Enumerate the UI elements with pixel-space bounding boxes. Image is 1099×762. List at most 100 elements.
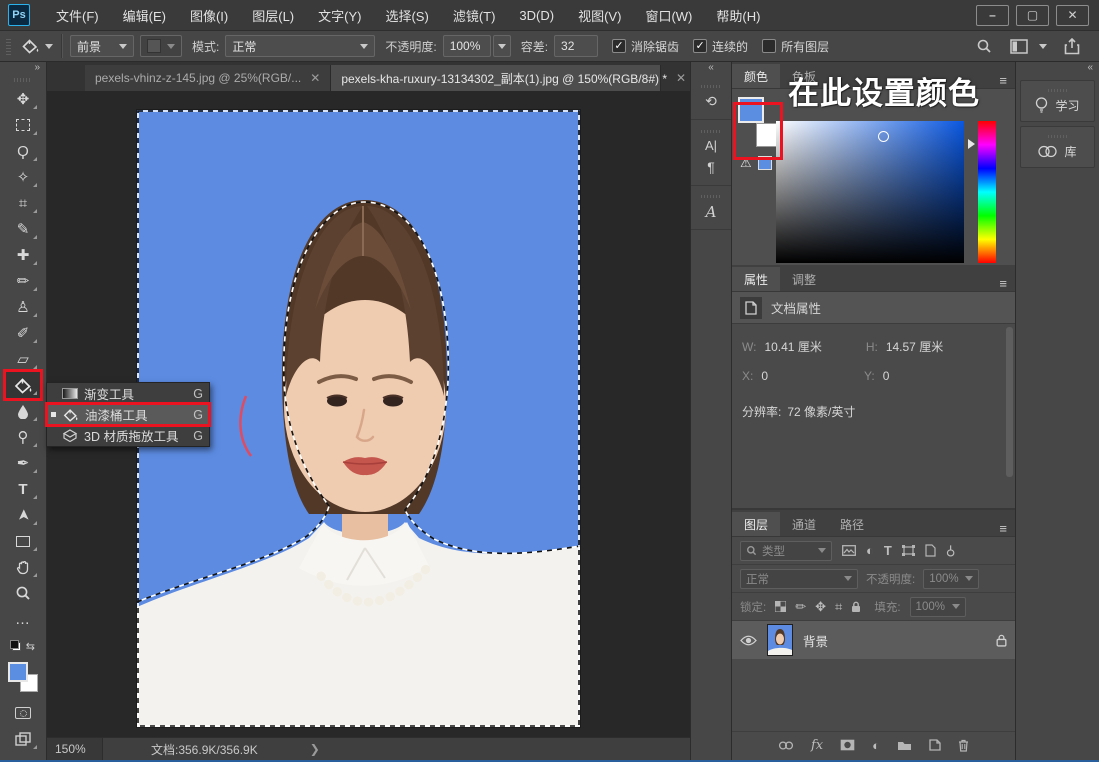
rectangle-tool[interactable] — [6, 528, 40, 554]
hue-slider[interactable] — [978, 121, 996, 263]
filter-shape-layers-icon[interactable] — [902, 545, 915, 556]
layer-row-background[interactable]: 背景 — [732, 621, 1015, 659]
glyphs-panel-icon-button[interactable]: A — [691, 186, 731, 230]
add-layer-mask-icon[interactable] — [840, 739, 855, 751]
tab-adjustments[interactable]: 调整 — [780, 267, 828, 291]
tab-paths[interactable]: 路径 — [828, 512, 876, 536]
delete-layer-trash-icon[interactable] — [958, 739, 969, 752]
character-panel-icon[interactable]: A| — [705, 138, 717, 153]
quick-mask-mode-button[interactable] — [6, 700, 40, 726]
new-group-folder-icon[interactable] — [897, 740, 912, 751]
flyout-item-gradient-tool[interactable]: 渐变工具 G — [47, 383, 209, 404]
close-icon[interactable]: ✕ — [310, 71, 320, 85]
fill-input[interactable]: 100% — [910, 597, 966, 617]
minimize-button[interactable]: – — [976, 5, 1009, 26]
flyout-item-3d-material-drop-tool[interactable]: 3D 材质拖放工具 G — [47, 425, 209, 446]
zoom-tool[interactable] — [6, 580, 40, 606]
antialias-checkbox[interactable]: ✓ 消除锯齿 — [612, 38, 679, 55]
lock-position-icon[interactable]: ✥ — [815, 599, 826, 615]
menu-view[interactable]: 视图(V) — [566, 0, 633, 30]
spot-healing-brush-tool[interactable]: ✚ — [6, 242, 40, 268]
collapse-chevron-icon[interactable]: « — [1016, 62, 1099, 76]
lock-all-icon[interactable] — [851, 601, 861, 613]
menu-image[interactable]: 图像(I) — [178, 0, 240, 30]
lock-artboard-icon[interactable]: ⌗ — [835, 599, 842, 615]
document-tab-active[interactable]: pexels-kha-ruxury-13134302_副本(1).jpg @ 1… — [331, 65, 661, 91]
layer-opacity-input[interactable]: 100% — [923, 569, 979, 589]
eyedropper-tool[interactable]: ✎ — [6, 216, 40, 242]
tab-properties[interactable]: 属性 — [732, 267, 780, 291]
scrollbar-thumb[interactable] — [1006, 327, 1013, 477]
menu-layer[interactable]: 图层(L) — [240, 0, 306, 30]
opacity-input[interactable]: 100% — [443, 35, 491, 57]
lasso-tool[interactable]: Ϙ — [6, 138, 40, 164]
type-tool[interactable]: T — [6, 476, 40, 502]
filter-adjustment-layers-icon[interactable]: ◐ — [866, 543, 874, 558]
paint-bucket-tool[interactable] — [6, 372, 40, 398]
pen-tool[interactable]: ✒ — [6, 450, 40, 476]
lock-transparency-icon[interactable] — [775, 601, 786, 612]
menu-edit[interactable]: 编辑(E) — [111, 0, 178, 30]
layer-thumbnail[interactable] — [767, 624, 793, 656]
foreground-color-swatch[interactable] — [8, 662, 28, 682]
layer-visibility-eye-icon[interactable] — [740, 635, 757, 646]
tab-channels[interactable]: 通道 — [780, 512, 828, 536]
blur-tool[interactable] — [6, 398, 40, 424]
new-adjustment-layer-icon[interactable]: ◐ — [872, 738, 880, 753]
history-panel-icon-button[interactable]: ⟲ — [691, 76, 731, 120]
color-field-marker[interactable] — [878, 131, 889, 142]
menu-select[interactable]: 选择(S) — [373, 0, 440, 30]
libraries-panel-button[interactable]: 库 — [1020, 126, 1095, 168]
color-field[interactable] — [776, 121, 964, 263]
menu-filter[interactable]: 滤镜(T) — [441, 0, 508, 30]
workspace-caret-icon[interactable] — [1039, 44, 1047, 49]
filter-smart-objects-icon[interactable] — [925, 544, 936, 557]
history-brush-tool[interactable]: ✐ — [6, 320, 40, 346]
filter-toggle-pin-icon[interactable]: ⚲ — [946, 543, 956, 559]
learn-panel-button[interactable]: 学习 — [1020, 80, 1095, 122]
panel-menu-icon[interactable]: ≡ — [999, 73, 1007, 88]
tab-layers[interactable]: 图层 — [732, 512, 780, 536]
tab-color[interactable]: 颜色 — [732, 64, 780, 88]
rectangular-marquee-tool[interactable] — [6, 112, 40, 138]
share-icon[interactable] — [1064, 38, 1080, 55]
toolbar-expand-chevron-icon[interactable]: » — [0, 62, 46, 76]
close-button[interactable]: ✕ — [1056, 5, 1089, 26]
new-layer-icon[interactable] — [929, 739, 941, 751]
fill-source-select[interactable]: 前景 — [70, 35, 134, 57]
filter-pixel-layers-icon[interactable] — [842, 545, 856, 556]
brush-tool[interactable]: ✏ — [6, 268, 40, 294]
collapse-chevron-icon[interactable]: « — [691, 62, 731, 76]
menu-help[interactable]: 帮助(H) — [704, 0, 772, 30]
screen-mode-button[interactable] — [6, 726, 40, 752]
menu-type[interactable]: 文字(Y) — [306, 0, 373, 30]
filter-type-layers-icon[interactable]: T — [884, 543, 892, 558]
workspace-switcher-icon[interactable] — [1010, 39, 1028, 54]
default-colors-control[interactable]: ⇆ — [10, 640, 36, 656]
panel-menu-icon[interactable]: ≡ — [999, 276, 1007, 291]
pattern-picker[interactable] — [140, 35, 182, 57]
eraser-tool[interactable]: ▱ — [6, 346, 40, 372]
search-icon[interactable] — [976, 38, 992, 54]
dodge-tool[interactable]: ⚲ — [6, 424, 40, 450]
lock-pixels-icon[interactable]: ✏ — [795, 599, 806, 615]
hand-tool[interactable] — [6, 554, 40, 580]
link-layers-icon[interactable] — [778, 741, 794, 750]
maximize-button[interactable]: ▢ — [1016, 5, 1049, 26]
path-selection-tool[interactable]: ➤ — [6, 502, 40, 528]
all-layers-checkbox[interactable]: ✓ 所有图层 — [762, 38, 829, 55]
swap-colors-icon[interactable]: ⇆ — [26, 640, 35, 653]
tool-preset-caret-icon[interactable] — [45, 44, 53, 49]
quick-selection-tool[interactable]: ✧ — [6, 164, 40, 190]
hue-slider-pointer[interactable] — [968, 139, 975, 149]
menu-file[interactable]: 文件(F) — [44, 0, 111, 30]
contiguous-checkbox[interactable]: ✓ 连续的 — [693, 38, 748, 55]
paint-bucket-preset-icon[interactable] — [21, 38, 40, 54]
menu-3d[interactable]: 3D(D) — [507, 0, 566, 30]
tolerance-input[interactable]: 32 — [554, 35, 598, 57]
menu-window[interactable]: 窗口(W) — [633, 0, 704, 30]
zoom-level-input[interactable]: 150% — [47, 738, 103, 760]
mode-select[interactable]: 正常 — [225, 35, 375, 57]
move-tool[interactable]: ✥ — [6, 86, 40, 112]
opacity-dropdown-button[interactable] — [493, 35, 511, 57]
